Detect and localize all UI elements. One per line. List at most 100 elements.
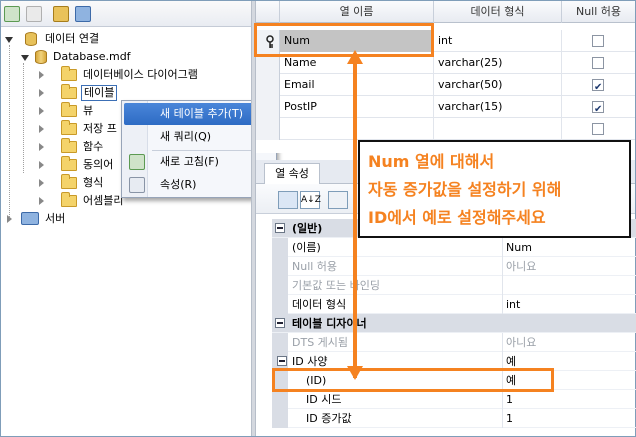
- property-row-name[interactable]: (이름) Num: [272, 238, 636, 257]
- row-selector[interactable]: [256, 118, 280, 140]
- tree-label: 데이터 연결: [45, 32, 100, 45]
- table-row[interactable]: Email varchar(50): [256, 74, 635, 99]
- column-name-cell[interactable]: Email: [280, 74, 434, 96]
- property-value[interactable]: 아니요: [502, 333, 630, 352]
- row-selector[interactable]: [256, 74, 280, 96]
- allow-nulls-cell[interactable]: [562, 52, 635, 74]
- tree-item-servers[interactable]: 서버: [1, 210, 251, 228]
- property-name: (이름): [292, 241, 321, 254]
- collapse-icon[interactable]: [277, 356, 287, 366]
- callout-line-2: 자동 증가값을 설정하기 위해: [368, 180, 562, 199]
- allow-nulls-checkbox[interactable]: [592, 35, 604, 47]
- tree-label: 저장 프: [83, 122, 117, 135]
- folder-icon: [61, 138, 77, 153]
- allow-nulls-cell[interactable]: [562, 118, 635, 140]
- tree-item-database[interactable]: Database.mdf: [1, 48, 251, 66]
- tab-column-properties[interactable]: 열 속성: [264, 163, 320, 184]
- folder-icon: [61, 192, 77, 207]
- expand-arrow-icon[interactable]: [39, 179, 44, 187]
- column-name-cell[interactable]: PostIP: [280, 96, 434, 118]
- properties-icon: [129, 177, 145, 193]
- instruction-callout: Num 열에 대해서 자동 증가값을 설정하기 위해 ID에서 예로 설정해주세…: [358, 140, 631, 238]
- expand-arrow-icon[interactable]: [39, 161, 44, 169]
- menu-label: 속성(R): [160, 178, 197, 191]
- connect-server-icon[interactable]: [75, 6, 91, 22]
- column-name-cell[interactable]: [280, 118, 434, 140]
- property-row-data-type[interactable]: 데이터 형식 int: [272, 295, 636, 314]
- property-gutter: [272, 409, 288, 428]
- refresh-icon[interactable]: [4, 6, 20, 22]
- highlight-identity-row: [272, 368, 554, 392]
- property-value[interactable]: [502, 276, 630, 295]
- property-value[interactable]: Num: [502, 238, 630, 257]
- allow-nulls-checkbox[interactable]: [592, 123, 604, 135]
- column-header-name[interactable]: 열 이름: [280, 1, 434, 23]
- property-category-table-designer[interactable]: 테이블 디자이너: [272, 314, 636, 333]
- property-row-dts-published[interactable]: DTS 게시됨 아니요: [272, 333, 636, 352]
- server-icon: [21, 212, 39, 225]
- callout-line-3: ID에서 예로 설정해주세요: [368, 208, 546, 227]
- property-gutter: [272, 333, 288, 352]
- allow-nulls-cell[interactable]: [562, 30, 635, 52]
- property-value[interactable]: int: [502, 295, 630, 314]
- arrow-up-icon: [347, 50, 363, 64]
- table-row-new[interactable]: [256, 118, 635, 140]
- annotation-arrow-shaft: [353, 62, 357, 378]
- data-type-cell[interactable]: varchar(50): [434, 74, 562, 96]
- column-header-data-type[interactable]: 데이터 형식: [434, 1, 562, 23]
- allow-nulls-checkbox[interactable]: [592, 57, 604, 69]
- tree-label: 데이터베이스 다이어그램: [83, 68, 198, 81]
- collapse-icon[interactable]: [275, 223, 285, 233]
- tree-label: 뷰: [83, 104, 94, 117]
- data-type-cell[interactable]: int: [434, 30, 562, 52]
- property-value[interactable]: 1: [502, 390, 630, 409]
- expand-arrow-icon[interactable]: [39, 197, 44, 205]
- property-row-allow-nulls[interactable]: Null 허용 아니요: [272, 257, 636, 276]
- grid-header: 열 이름 데이터 형식 Null 허용: [256, 1, 635, 23]
- connect-database-icon[interactable]: [53, 6, 69, 22]
- categorized-view-icon[interactable]: [278, 191, 298, 209]
- tree-label: 어셈블리: [83, 194, 124, 207]
- property-gutter: [272, 276, 288, 295]
- property-value[interactable]: 1: [502, 409, 630, 428]
- expand-arrow-icon[interactable]: [39, 143, 44, 151]
- expand-arrow-icon[interactable]: [7, 215, 12, 223]
- folder-icon: [61, 84, 77, 99]
- allow-nulls-cell[interactable]: [562, 74, 635, 99]
- data-type-cell[interactable]: varchar(15): [434, 96, 562, 118]
- tree-item-diagrams[interactable]: 데이터베이스 다이어그램: [1, 66, 251, 84]
- property-value[interactable]: 아니요: [502, 257, 630, 276]
- expand-arrow-icon[interactable]: [39, 89, 44, 97]
- data-type-cell[interactable]: varchar(25): [434, 52, 562, 74]
- data-type-cell[interactable]: [434, 118, 562, 140]
- allow-nulls-checkbox[interactable]: [592, 77, 604, 99]
- tree-label: Database.mdf: [53, 50, 131, 63]
- expand-arrow-icon[interactable]: [5, 37, 13, 43]
- expand-arrow-icon[interactable]: [21, 55, 29, 61]
- tree-item-data-connections[interactable]: 데이터 연결: [1, 30, 251, 48]
- property-row-identity-increment[interactable]: ID 증가값 1: [272, 409, 636, 428]
- property-gutter: [272, 238, 288, 257]
- allow-nulls-cell[interactable]: [562, 96, 635, 121]
- menu-label: 새로 고침(F): [160, 155, 219, 168]
- explorer-toolbar: [1, 1, 251, 27]
- property-row-identity-seed[interactable]: ID 시드 1: [272, 390, 636, 409]
- allow-nulls-checkbox[interactable]: [592, 99, 604, 121]
- tree-label: 서버: [45, 212, 66, 225]
- collapse-icon[interactable]: [275, 318, 285, 328]
- alphabetical-sort-icon[interactable]: A↓Z: [300, 191, 321, 209]
- property-pages-icon[interactable]: [328, 191, 348, 209]
- folder-icon: [61, 156, 77, 171]
- expand-arrow-icon[interactable]: [39, 125, 44, 133]
- column-header-allow-nulls[interactable]: Null 허용: [562, 1, 635, 23]
- property-row-default-value[interactable]: 기본값 또는 바인딩: [272, 276, 636, 295]
- database-icon: [35, 50, 47, 64]
- stop-icon[interactable]: [26, 6, 42, 22]
- data-connections-icon: [25, 32, 37, 46]
- expand-arrow-icon[interactable]: [39, 107, 44, 115]
- table-row[interactable]: PostIP varchar(15): [256, 96, 635, 121]
- property-name: DTS 게시됨: [292, 336, 349, 349]
- row-selector[interactable]: [256, 96, 280, 118]
- tree-label: 형식: [83, 176, 104, 189]
- expand-arrow-icon[interactable]: [39, 71, 44, 79]
